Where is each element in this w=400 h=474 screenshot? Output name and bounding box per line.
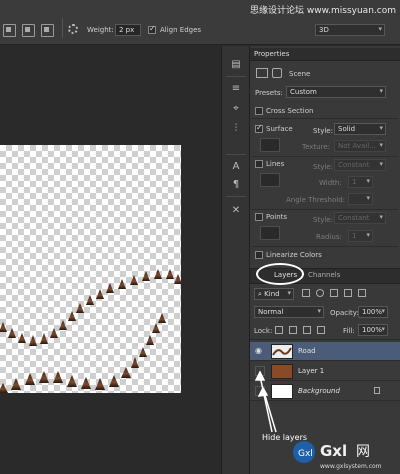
path-arrangement-icon[interactable] — [41, 24, 54, 37]
document-canvas[interactable] — [0, 145, 182, 393]
layer-name: Background — [298, 387, 340, 395]
gxl-logo: Gxl Gxl 网 www.gxlsystem.com — [290, 432, 400, 474]
gear-icon[interactable] — [68, 24, 78, 34]
opacity-label: Opacity: — [330, 309, 359, 317]
options-bar: Weight: 2 px Align Edges 3D 思缘设计论坛 www.m… — [0, 0, 400, 45]
layer-thumbnail — [271, 344, 293, 359]
kind-label: Kind — [264, 290, 280, 298]
paragraph-icon[interactable]: ¶ — [229, 178, 243, 192]
highlight-circle — [256, 263, 304, 285]
texture-label: Texture: — [302, 143, 330, 151]
tools-icon[interactable]: ✕ — [229, 204, 243, 218]
fill-label: Fill: — [343, 327, 355, 335]
camera-icon[interactable] — [272, 68, 282, 78]
filter-shape-icon[interactable] — [344, 289, 352, 297]
eye-icon[interactable]: ◉ — [255, 346, 265, 356]
paths-icon[interactable]: ⌖ — [229, 102, 243, 116]
layer-name: Road — [298, 347, 316, 355]
surface-style-label: Style: — [313, 127, 333, 135]
radius-label: Radius: — [316, 233, 342, 241]
lines-checkbox[interactable] — [255, 160, 263, 168]
path-alignment-icon[interactable] — [22, 24, 35, 37]
angle-threshold-input[interactable] — [348, 193, 373, 205]
panel-icon-strip: ▤ ≡ ⌖ ⫶ A ¶ ✕ — [221, 46, 250, 474]
svg-text:网: 网 — [356, 444, 370, 460]
angle-threshold-label: Angle Threshold: — [286, 196, 346, 204]
blend-mode-select[interactable]: Normal — [254, 306, 324, 318]
points-checkbox[interactable] — [255, 213, 263, 221]
3d-mode-select[interactable]: 3D — [315, 24, 385, 36]
lock-label: Lock: — [254, 327, 273, 335]
weight-input[interactable]: 2 px — [115, 24, 141, 36]
filter-smart-icon[interactable] — [358, 289, 366, 297]
svg-text:Gxl: Gxl — [320, 442, 347, 460]
lock-all-icon[interactable] — [317, 326, 325, 334]
align-edges-label: Align Edges — [160, 26, 202, 34]
linearize-colors-checkbox[interactable] — [255, 251, 263, 259]
watermark-text: 思缘设计论坛 www.missyuan.com — [250, 6, 396, 16]
svg-text:Gxl: Gxl — [298, 449, 313, 459]
width-label: Width: — [319, 179, 342, 187]
mixer-icon[interactable]: ⫶ — [229, 122, 243, 136]
shape-combine-icon[interactable] — [3, 24, 16, 37]
lock-icon — [374, 387, 380, 394]
fill-input[interactable]: 100% — [358, 324, 388, 336]
filter-adjustment-icon[interactable] — [316, 289, 324, 297]
cross-section-label: Cross Section — [266, 107, 314, 115]
lock-transparency-icon[interactable] — [275, 326, 283, 334]
cross-section-checkbox[interactable] — [255, 107, 263, 115]
linearize-colors-label: Linearize Colors — [266, 251, 322, 259]
points-style-select[interactable]: Constant — [334, 212, 386, 224]
adjustments-icon[interactable]: ≡ — [229, 82, 243, 96]
texture-select[interactable]: Not Avail... — [334, 140, 386, 152]
filter-pixel-icon[interactable] — [302, 289, 310, 297]
history-icon[interactable]: ▤ — [229, 58, 243, 72]
surface-color-swatch[interactable] — [260, 138, 280, 152]
character-icon[interactable]: A — [229, 160, 243, 174]
layer-filter-icons — [302, 289, 392, 299]
opacity-input[interactable]: 100% — [358, 306, 388, 318]
surface-checkbox[interactable] — [255, 123, 263, 133]
presets-select[interactable]: Custom — [286, 86, 386, 98]
lines-style-select[interactable]: Constant — [334, 159, 386, 171]
lines-color-swatch[interactable] — [260, 173, 280, 187]
radius-input[interactable]: 1 — [348, 230, 373, 242]
scene-label: Scene — [289, 70, 311, 78]
width-input[interactable]: 1 — [348, 176, 373, 188]
surface-label: Surface — [266, 125, 293, 133]
layer-row-road[interactable]: ◉ Road — [250, 342, 400, 361]
layer-name: Layer 1 — [298, 367, 325, 375]
surface-style-select[interactable]: Solid — [334, 123, 386, 135]
lock-position-icon[interactable] — [303, 326, 311, 334]
filter-type-icon[interactable] — [330, 289, 338, 297]
align-edges-checkbox[interactable] — [148, 24, 156, 34]
weight-label: Weight: — [87, 26, 114, 34]
points-style-label: Style: — [313, 216, 333, 224]
scene-icon[interactable] — [256, 68, 268, 78]
road-spikes-artwork — [0, 269, 182, 393]
annotation-arrows — [254, 370, 277, 433]
lines-label: Lines — [266, 160, 285, 168]
properties-panel: Properties Scene Presets: Custom Cross S… — [250, 46, 400, 268]
lock-pixels-icon[interactable] — [289, 326, 297, 334]
points-label: Points — [266, 213, 288, 221]
points-color-swatch[interactable] — [260, 226, 280, 240]
properties-tab-label: Properties — [254, 50, 290, 58]
properties-tab[interactable]: Properties — [250, 48, 400, 61]
presets-label: Presets: — [255, 89, 283, 97]
svg-text:www.gxlsystem.com: www.gxlsystem.com — [320, 463, 382, 470]
tab-channels[interactable]: Channels — [308, 271, 340, 283]
filter-kind-select[interactable]: ⌕ Kind — [254, 288, 294, 300]
lock-icons — [275, 326, 325, 334]
lines-style-label: Style: — [313, 163, 333, 171]
